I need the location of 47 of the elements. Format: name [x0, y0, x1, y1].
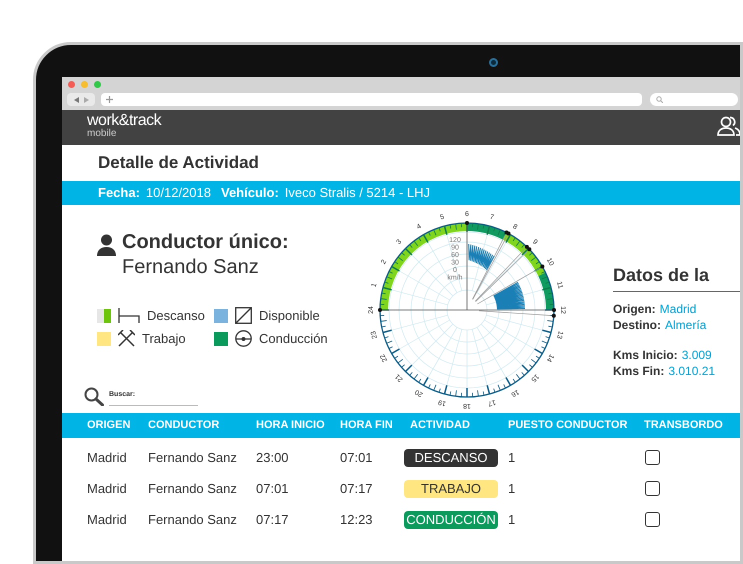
table-cell: 1 [508, 480, 516, 496]
column-header: CONDUCTOR [148, 419, 220, 432]
table-cell: 1 [508, 450, 516, 465]
info-value: 10/12/2018 [146, 184, 211, 202]
info-label: Vehículo: [220, 184, 279, 202]
info-label: Fecha: [98, 184, 140, 202]
field-label: Origen: [613, 301, 656, 317]
activity-badge: TRABAJO [404, 480, 498, 498]
legend-label: Disponible [259, 306, 320, 325]
legend-label: Descanso [147, 306, 205, 325]
field-value: 3.010.21 [668, 363, 716, 379]
column-header: PUESTO CONDUCTOR [508, 419, 628, 432]
table-cell: Madrid [87, 512, 127, 527]
table-cell: 1 [508, 512, 516, 527]
column-header: HORA FIN [340, 419, 393, 432]
table-cell: 23:00 [256, 450, 289, 465]
column-header: TRANSBORDO [644, 419, 723, 432]
table-cell: 07:17 [340, 480, 373, 496]
column-header: ORIGEN [87, 419, 130, 432]
legend-label: Conducción [259, 330, 328, 348]
field-label: Destino: [613, 317, 661, 333]
table-cell: Fernando Sanz [148, 480, 237, 496]
field-value: Madrid [660, 301, 696, 317]
field-label: Kms Fin: [613, 363, 664, 379]
table-cell: Fernando Sanz [148, 450, 237, 465]
activity-badge: CONDUCCIÓN [404, 510, 498, 529]
field-label: Kms Inicio: [613, 347, 678, 363]
column-header: HORA INICIO [256, 419, 325, 432]
driver-name: Fernando Sanz [122, 255, 260, 280]
column-header: ACTIVIDAD [410, 419, 470, 432]
table-cell: 07:01 [340, 450, 373, 465]
table-cell: 12:23 [340, 512, 373, 527]
table-cell: 07:01 [256, 480, 289, 496]
page-title: Detalle de Actividad [98, 152, 259, 174]
logo-text: work&track [87, 113, 162, 129]
table-cell: Madrid [87, 480, 127, 496]
details-heading-bar: Datos de la [613, 262, 740, 292]
table-cell: Madrid [87, 450, 127, 465]
info-value: Iveco Stralis / 5214 - LHJ [284, 184, 430, 202]
table-cell: 07:17 [256, 512, 289, 527]
field-value: 3.009 [682, 347, 712, 363]
legend-label: Trabajo [142, 330, 186, 348]
table-cell: Fernando Sanz [148, 512, 237, 527]
logo-subtitle: mobile [87, 129, 118, 139]
field-value: Almería [665, 317, 706, 333]
activity-badge: DESCANSO [404, 448, 498, 467]
driver-heading: Conductor único: [122, 230, 289, 255]
